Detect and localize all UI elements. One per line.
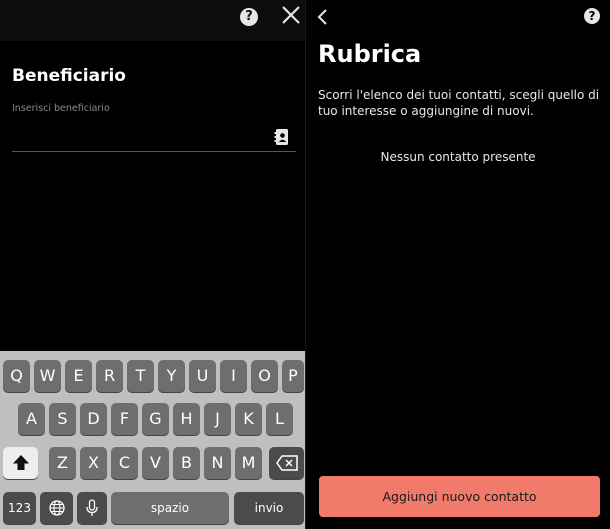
top-bar	[0, 0, 306, 41]
return-key[interactable]: invio	[234, 492, 304, 524]
key-d[interactable]: D	[80, 403, 107, 435]
beneficiary-input-placeholder[interactable]: Inserisci beneficiario	[12, 103, 110, 114]
key-t[interactable]: T	[127, 360, 154, 392]
key-k[interactable]: K	[235, 403, 262, 435]
beneficiary-screen: ? Beneficiario Inserisci beneficiario Q …	[0, 0, 306, 529]
help-icon[interactable]: ?	[240, 8, 258, 26]
page-title: Rubrica	[318, 40, 422, 68]
key-n[interactable]: N	[204, 447, 231, 479]
shift-key[interactable]	[3, 447, 38, 479]
backspace-key[interactable]	[269, 447, 304, 479]
page-title: Beneficiario	[12, 66, 126, 86]
key-z[interactable]: Z	[49, 447, 76, 479]
beneficiary-input-underline	[12, 151, 296, 152]
key-o[interactable]: O	[251, 360, 278, 392]
backspace-icon	[275, 455, 298, 471]
key-b[interactable]: B	[173, 447, 200, 479]
key-j[interactable]: J	[204, 403, 231, 435]
key-w[interactable]: W	[34, 360, 61, 392]
key-c[interactable]: C	[111, 447, 138, 479]
key-l[interactable]: L	[266, 403, 293, 435]
key-m[interactable]: M	[235, 447, 262, 479]
globe-icon	[48, 500, 65, 516]
key-x[interactable]: X	[80, 447, 107, 479]
page-description: Scorri l'elenco dei tuoi contatti, scegl…	[318, 88, 600, 118]
key-e[interactable]: E	[65, 360, 92, 392]
address-book-screen: ? Rubrica Scorri l'elenco dei tuoi conta…	[306, 0, 610, 529]
help-icon[interactable]: ?	[584, 8, 600, 24]
space-key[interactable]: spazio	[111, 492, 229, 524]
key-i[interactable]: I	[220, 360, 247, 392]
key-g[interactable]: G	[142, 403, 169, 435]
key-a[interactable]: A	[18, 403, 45, 435]
key-q[interactable]: Q	[3, 360, 30, 392]
shift-arrow-icon	[12, 455, 29, 470]
microphone-icon	[86, 499, 98, 516]
key-u[interactable]: U	[189, 360, 216, 392]
key-h[interactable]: H	[173, 403, 200, 435]
key-p[interactable]: P	[282, 360, 304, 392]
on-screen-keyboard: Q W E R T Y U I O P A S D F G H J K L Z …	[0, 351, 306, 529]
microphone-key[interactable]	[77, 492, 107, 524]
back-chevron-icon[interactable]	[316, 8, 330, 26]
key-r[interactable]: R	[96, 360, 123, 392]
close-icon[interactable]	[280, 4, 302, 26]
add-contact-button[interactable]: Aggiungi nuovo contatto	[319, 476, 600, 517]
empty-state-message: Nessun contatto presente	[380, 150, 536, 164]
globe-key[interactable]	[40, 492, 73, 524]
key-s[interactable]: S	[49, 403, 76, 435]
address-book-icon[interactable]	[274, 128, 290, 146]
key-v[interactable]: V	[142, 447, 169, 479]
key-y[interactable]: Y	[158, 360, 185, 392]
numbers-key[interactable]: 123	[3, 492, 36, 524]
key-f[interactable]: F	[111, 403, 138, 435]
